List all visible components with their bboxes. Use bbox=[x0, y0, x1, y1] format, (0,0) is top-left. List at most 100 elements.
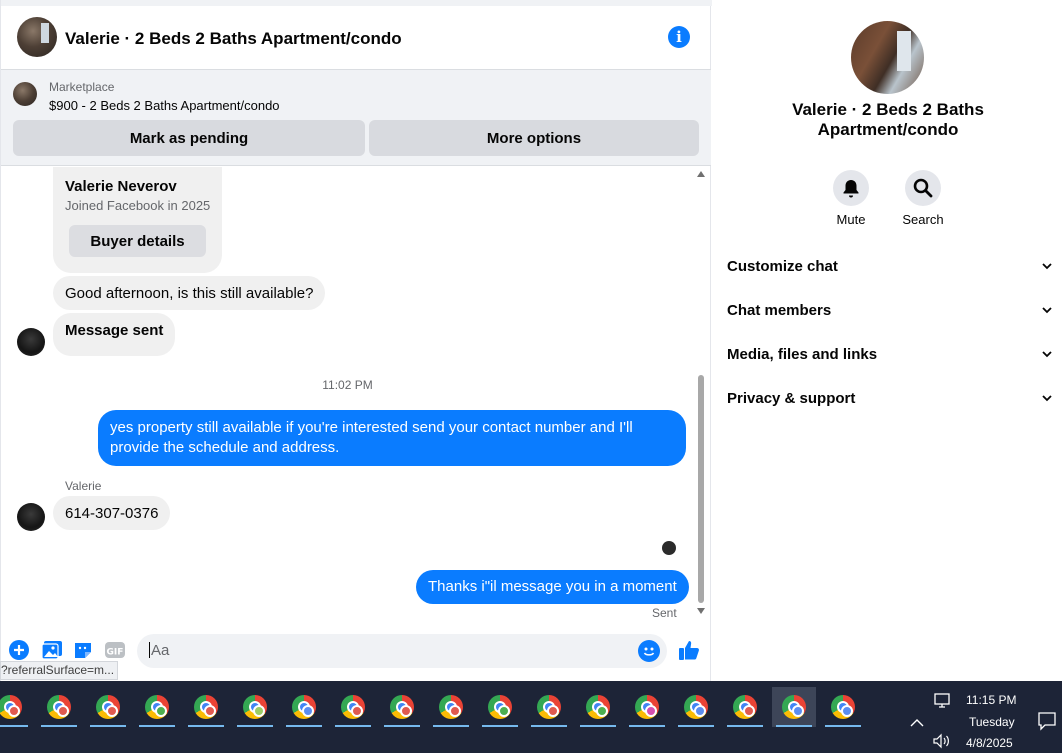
thumbs-up-icon[interactable] bbox=[678, 639, 699, 660]
taskbar-app-chrome-6[interactable] bbox=[233, 687, 277, 727]
taskbar-app-chrome-12[interactable] bbox=[527, 687, 571, 727]
sender-name: Valerie bbox=[65, 479, 102, 493]
message-bubble-outgoing[interactable]: Thanks i"il message you in a moment bbox=[416, 570, 689, 604]
message-bubble-incoming[interactable]: 614-307-0376 bbox=[53, 496, 171, 530]
mark-as-pending-button[interactable]: Mark as pending bbox=[13, 120, 365, 156]
profile-badge-icon bbox=[547, 705, 559, 717]
running-indicator bbox=[825, 725, 861, 727]
profile-badge-icon bbox=[57, 705, 69, 717]
section-privacy-support[interactable]: Privacy & support bbox=[727, 390, 1052, 414]
message-input-placeholder: Aa bbox=[151, 642, 170, 659]
section-label: Privacy & support bbox=[727, 390, 856, 407]
scroll-up-arrow[interactable] bbox=[697, 171, 705, 177]
message-bubble-incoming[interactable]: Message sent bbox=[53, 313, 176, 356]
sticker-icon[interactable] bbox=[73, 640, 93, 660]
section-media-files-links[interactable]: Media, files and links bbox=[727, 346, 1052, 370]
clock-date[interactable]: 4/8/2025 bbox=[966, 736, 1013, 750]
running-indicator bbox=[580, 725, 616, 727]
listing-title[interactable]: $900 - 2 Beds 2 Baths Apartment/condo bbox=[49, 98, 280, 113]
buyer-details-button[interactable]: Buyer details bbox=[69, 225, 206, 257]
taskbar-app-chrome-14[interactable] bbox=[625, 687, 669, 727]
taskbar-app-chrome-2[interactable] bbox=[37, 687, 81, 727]
running-indicator bbox=[531, 725, 567, 727]
taskbar-app-chrome-10[interactable] bbox=[429, 687, 473, 727]
search-button[interactable]: Search bbox=[893, 170, 953, 227]
section-label: Customize chat bbox=[727, 258, 838, 275]
running-indicator bbox=[482, 725, 518, 727]
taskbar-app-chrome-5[interactable] bbox=[184, 687, 228, 727]
running-indicator bbox=[433, 725, 469, 727]
running-indicator bbox=[237, 725, 273, 727]
message-bubble-incoming[interactable]: Good afternoon, is this still available? bbox=[53, 276, 326, 310]
gif-label: GIF bbox=[107, 648, 124, 658]
profile-picture[interactable] bbox=[851, 21, 924, 94]
messenger-window: Valerie · 2 Beds 2 Baths Apartment/condo… bbox=[0, 0, 1062, 753]
more-options-button[interactable]: More options bbox=[369, 120, 699, 156]
taskbar-app-chrome-3[interactable] bbox=[86, 687, 130, 727]
buyer-card: Valerie Neverov Joined Facebook in 2025 … bbox=[53, 167, 222, 273]
profile-badge-icon bbox=[351, 705, 363, 717]
message-status: Sent bbox=[652, 606, 677, 620]
running-indicator bbox=[384, 725, 420, 727]
taskbar-app-chrome-9[interactable] bbox=[380, 687, 424, 727]
profile-badge-icon bbox=[253, 705, 265, 717]
notification-icon[interactable] bbox=[1037, 711, 1057, 736]
chevron-down-icon bbox=[1042, 263, 1052, 270]
profile-badge-icon bbox=[841, 705, 853, 717]
section-customize-chat[interactable]: Customize chat bbox=[727, 258, 1052, 282]
section-chat-members[interactable]: Chat members bbox=[727, 302, 1052, 326]
running-indicator bbox=[727, 725, 763, 727]
taskbar-app-chrome-16[interactable] bbox=[723, 687, 767, 727]
info-icon[interactable]: i bbox=[668, 26, 690, 48]
scroll-down-arrow[interactable] bbox=[697, 608, 705, 614]
profile-name: Valerie · 2 Beds 2 Baths Apartment/condo bbox=[792, 100, 984, 139]
network-icon[interactable] bbox=[933, 693, 951, 714]
mute-label: Mute bbox=[836, 212, 866, 227]
scroll-thumb[interactable] bbox=[698, 375, 704, 603]
speaker-icon[interactable] bbox=[933, 733, 951, 753]
taskbar-app-chrome-13[interactable] bbox=[576, 687, 620, 727]
clock-day[interactable]: Tuesday bbox=[969, 715, 1015, 729]
taskbar-app-chrome-8[interactable] bbox=[331, 687, 375, 727]
running-indicator bbox=[139, 725, 175, 727]
message-list: Valerie Neverov Joined Facebook in 2025 … bbox=[1, 167, 694, 622]
clock-time[interactable]: 11:15 PM bbox=[966, 693, 1016, 707]
marketplace-listing-banner: Marketplace $900 - 2 Beds 2 Baths Apartm… bbox=[1, 70, 711, 166]
running-indicator bbox=[0, 725, 28, 727]
listing-thumbnail[interactable] bbox=[13, 82, 37, 106]
gif-icon[interactable]: GIF bbox=[105, 640, 125, 660]
emoji-icon[interactable] bbox=[638, 640, 660, 662]
taskbar-app-chrome-15[interactable] bbox=[674, 687, 718, 727]
taskbar-app-chrome-18[interactable] bbox=[821, 687, 865, 727]
running-indicator bbox=[678, 725, 714, 727]
taskbar-app-chrome-1[interactable] bbox=[0, 687, 32, 727]
message-scrollbar[interactable] bbox=[695, 167, 707, 622]
taskbar-app-chrome-11[interactable] bbox=[478, 687, 522, 727]
message-input[interactable]: Aa bbox=[137, 634, 667, 668]
sender-avatar[interactable] bbox=[17, 328, 45, 356]
running-indicator bbox=[41, 725, 77, 727]
chat-title[interactable]: Valerie · 2 Beds 2 Baths Apartment/condo bbox=[65, 29, 402, 49]
chevron-up-icon[interactable] bbox=[910, 715, 924, 733]
message-bubble-outgoing[interactable]: yes property still available if you're i… bbox=[98, 410, 686, 466]
message-timestamp: 11:02 PM bbox=[322, 378, 373, 392]
search-label: Search bbox=[902, 212, 944, 227]
plus-icon[interactable] bbox=[9, 640, 29, 660]
mute-button[interactable]: Mute bbox=[821, 170, 881, 227]
taskbar-app-chrome-7[interactable] bbox=[282, 687, 326, 727]
running-indicator bbox=[286, 725, 322, 727]
profile-badge-icon bbox=[449, 705, 461, 717]
profile-badge-icon bbox=[743, 705, 755, 717]
taskbar-app-chrome-4[interactable] bbox=[135, 687, 179, 727]
text-caret bbox=[149, 642, 150, 658]
running-indicator bbox=[335, 725, 371, 727]
running-indicator bbox=[90, 725, 126, 727]
running-indicator bbox=[776, 725, 812, 727]
image-icon[interactable] bbox=[41, 640, 62, 660]
profile-badge-icon bbox=[8, 705, 20, 717]
profile-badge-icon bbox=[596, 705, 608, 717]
taskbar-app-chrome-17[interactable] bbox=[772, 687, 816, 727]
sender-avatar[interactable] bbox=[17, 503, 45, 531]
chevron-down-icon bbox=[1042, 351, 1052, 358]
avatar[interactable] bbox=[17, 17, 57, 57]
